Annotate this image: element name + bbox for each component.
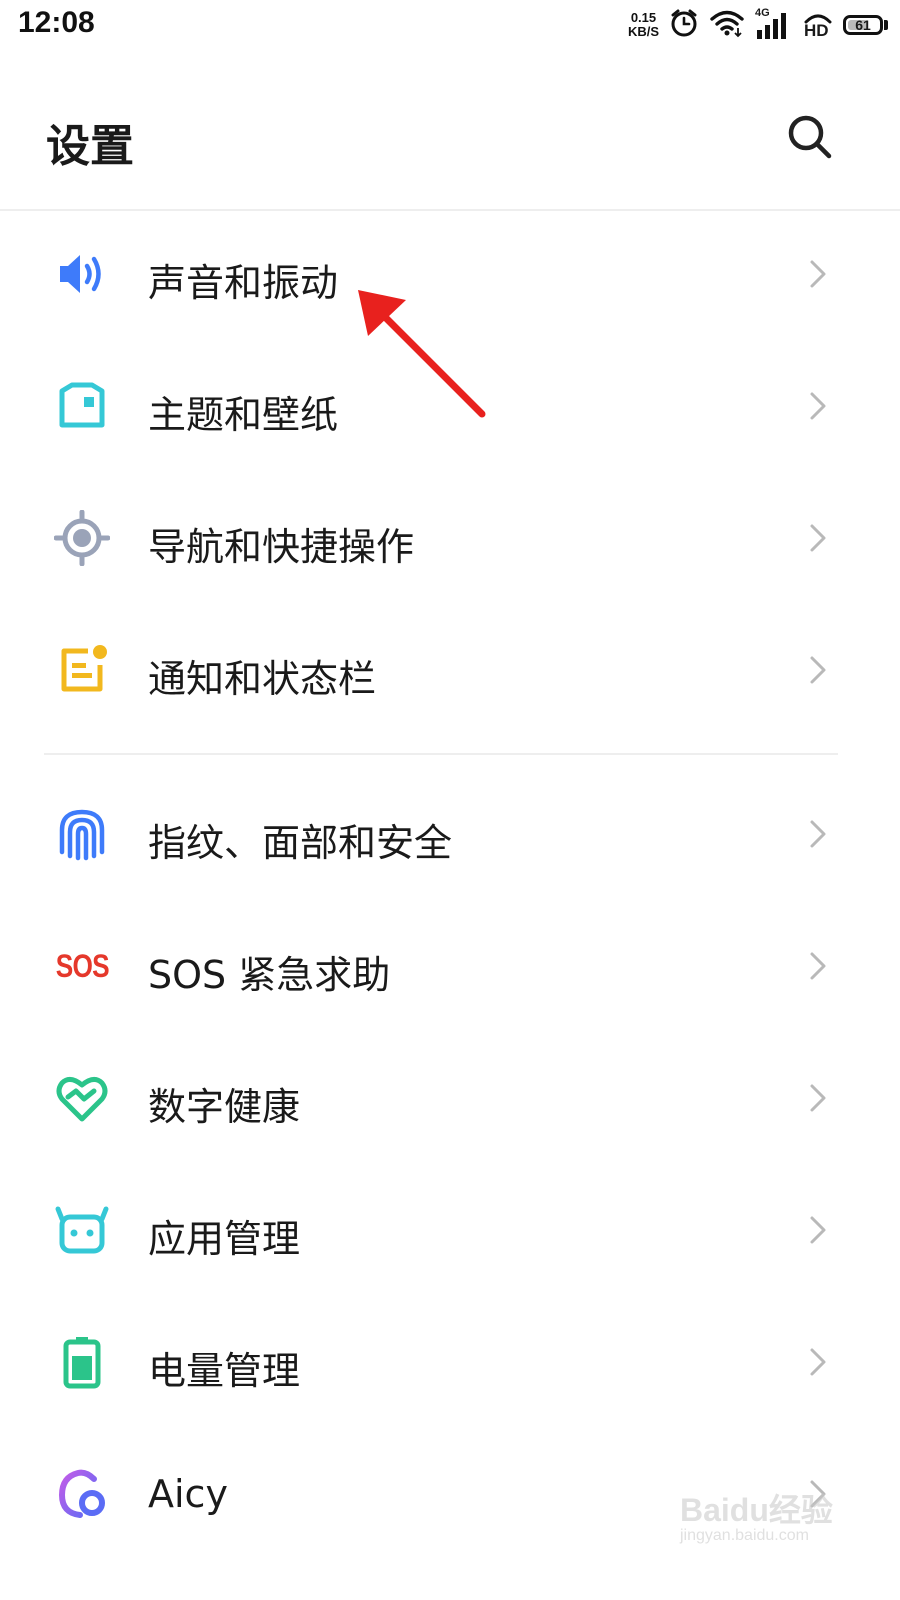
navigation-icon: [50, 508, 114, 568]
chevron-right-icon: [810, 1084, 826, 1112]
battery-icon: 61: [843, 15, 888, 35]
settings-item-sound-vibration[interactable]: 声音和振动: [0, 208, 900, 340]
fingerprint-icon: [50, 804, 114, 864]
status-icons: 0.15 KB/S 4G HD 61: [628, 7, 888, 42]
header: 设置: [0, 52, 900, 210]
alarm-icon: [669, 8, 699, 42]
sos-icon-text: SOS: [55, 947, 110, 984]
settings-item-label: 应用管理: [148, 1217, 301, 1261]
settings-item-app-management[interactable]: 应用管理: [0, 1164, 900, 1296]
chevron-right-icon: [810, 1480, 826, 1508]
speaker-icon: [50, 244, 114, 304]
settings-item-label: 导航和快捷操作: [148, 525, 415, 569]
settings-item-label: Aicy: [148, 1472, 228, 1516]
settings-item-navigation-shortcuts[interactable]: 导航和快捷操作: [0, 472, 900, 604]
notification-icon: [50, 640, 114, 700]
hd-label: HD: [804, 21, 829, 40]
page-title: 设置: [46, 121, 134, 172]
chevron-right-icon: [810, 260, 826, 288]
network-speed: 0.15 KB/S: [628, 11, 659, 39]
chevron-right-icon: [810, 1216, 826, 1244]
chevron-right-icon: [810, 392, 826, 420]
chevron-right-icon: [810, 820, 826, 848]
status-bar: 12:08 0.15 KB/S 4G HD 61: [0, 0, 900, 52]
settings-item-digital-health[interactable]: 数字健康: [0, 1032, 900, 1164]
settings-item-theme-wallpaper[interactable]: 主题和壁纸: [0, 340, 900, 472]
search-button[interactable]: [780, 107, 840, 167]
chevron-right-icon: [810, 524, 826, 552]
network-speed-value: 0.15: [630, 10, 657, 25]
network-speed-unit: KB/S: [627, 24, 659, 39]
settings-item-label: SOS 紧急求助: [148, 953, 391, 997]
status-time: 12:08: [18, 6, 95, 39]
settings-item-label: 主题和壁纸: [148, 393, 339, 437]
settings-item-label: 通知和状态栏: [148, 657, 377, 701]
app-management-icon: [50, 1200, 114, 1260]
signal-icon: 4G: [755, 7, 793, 41]
settings-item-notification-statusbar[interactable]: 通知和状态栏: [0, 604, 900, 736]
aicy-icon: [50, 1464, 114, 1524]
settings-item-label: 指纹、面部和安全: [148, 821, 453, 865]
settings-item-label: 电量管理: [148, 1349, 301, 1393]
settings-item-sos-emergency[interactable]: SOS SOS 紧急求助: [0, 900, 900, 1032]
chevron-right-icon: [810, 656, 826, 684]
settings-item-label: 声音和振动: [148, 261, 339, 305]
chevron-right-icon: [810, 952, 826, 980]
settings-item-label: 数字健康: [148, 1085, 301, 1129]
group-divider: [44, 753, 838, 755]
search-icon: [788, 115, 832, 159]
chevron-right-icon: [810, 1348, 826, 1376]
settings-item-battery-management[interactable]: 电量管理: [0, 1296, 900, 1428]
settings-item-fingerprint-face-security[interactable]: 指纹、面部和安全: [0, 768, 900, 900]
digital-health-icon: [50, 1068, 114, 1128]
battery-level: 61: [855, 17, 871, 33]
wifi-icon: [709, 8, 745, 42]
battery-management-icon: [50, 1332, 114, 1392]
theme-icon: [50, 376, 114, 436]
settings-item-aicy[interactable]: Aicy: [0, 1428, 900, 1560]
sos-icon: SOS: [50, 936, 114, 996]
hd-voice-icon: HD: [803, 9, 833, 41]
